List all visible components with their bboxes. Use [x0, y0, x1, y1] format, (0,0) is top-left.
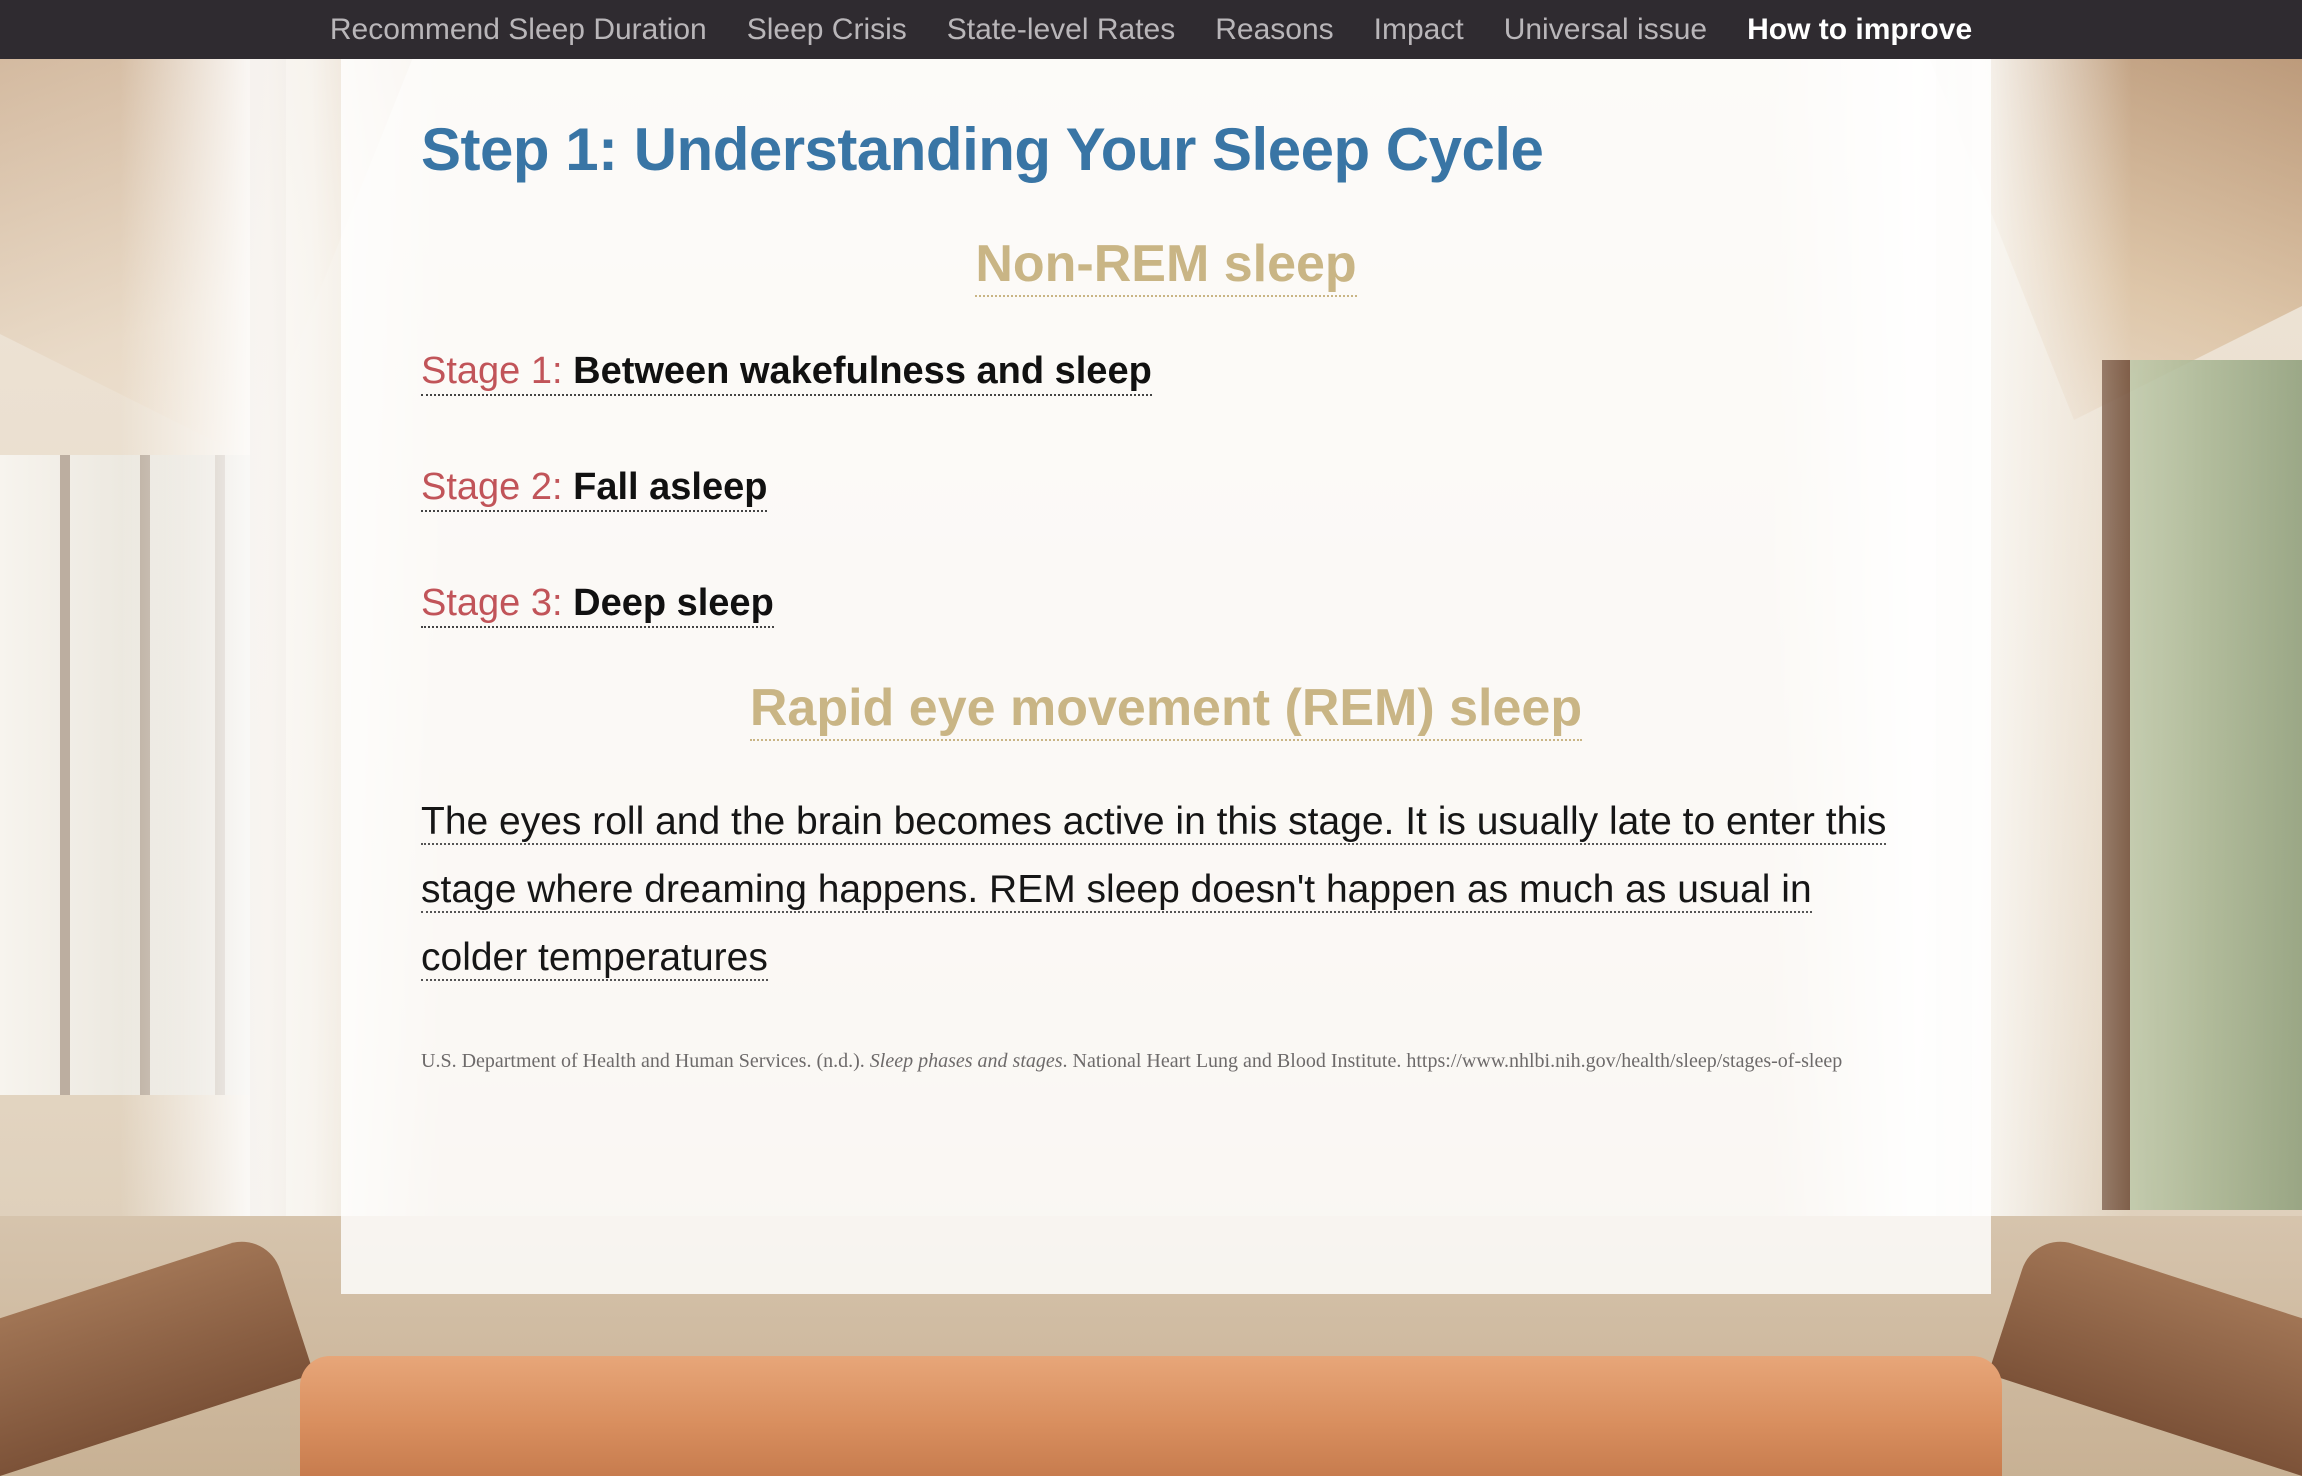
- content-panel: Step 1: Understanding Your Sleep Cycle N…: [341, 59, 1991, 1294]
- stage-tooltip-trigger[interactable]: Stage 2: Fall asleep: [421, 466, 768, 512]
- nav-item-sleep-crisis: Sleep Crisis: [747, 13, 907, 47]
- stage-label: Stage 2:: [421, 466, 563, 508]
- stage-label: Stage 3:: [421, 582, 563, 624]
- stage-item: Stage 1: Between wakefulness and sleep: [421, 348, 1911, 396]
- nav-list: Recommend Sleep Duration Sleep Crisis St…: [330, 13, 1972, 47]
- background-window-right: [2102, 360, 2302, 1210]
- nav-link-universal-issue[interactable]: Universal issue: [1504, 13, 1707, 46]
- nav-link-how-to-improve[interactable]: How to improve: [1747, 13, 1972, 46]
- citation-text-before: U.S. Department of Health and Human Serv…: [421, 1050, 870, 1072]
- stage-text: Fall asleep: [573, 466, 768, 508]
- citation: U.S. Department of Health and Human Serv…: [421, 1048, 1911, 1074]
- bench-cushion: [300, 1356, 2002, 1476]
- stage-text: Between wakefulness and sleep: [573, 350, 1152, 392]
- nav-link-impact[interactable]: Impact: [1374, 13, 1464, 46]
- rem-description-text: The eyes roll and the brain becomes acti…: [421, 800, 1887, 981]
- stage-label: Stage 1:: [421, 350, 563, 392]
- stage-list: Stage 1: Between wakefulness and sleep S…: [421, 348, 1911, 628]
- rem-heading-text: Rapid eye movement (REM) sleep: [749, 679, 1583, 741]
- nav-link-state-level-rates[interactable]: State-level Rates: [947, 13, 1175, 46]
- rem-description: The eyes roll and the brain becomes acti…: [421, 788, 1901, 992]
- non-rem-heading: Non-REM sleep: [421, 234, 1911, 297]
- nav-link-reasons[interactable]: Reasons: [1215, 13, 1333, 46]
- citation-title: Sleep phases and stages: [869, 1050, 1063, 1072]
- nav-item-universal-issue: Universal issue: [1504, 13, 1707, 47]
- stage-tooltip-trigger[interactable]: Stage 3: Deep sleep: [421, 582, 774, 628]
- nav-item-impact: Impact: [1374, 13, 1464, 47]
- nav-item-how-to-improve: How to improve: [1747, 13, 1972, 47]
- nav-item-state-level-rates: State-level Rates: [947, 13, 1175, 47]
- stage-item: Stage 2: Fall asleep: [421, 464, 1911, 512]
- window-bar: [60, 455, 70, 1095]
- rem-heading: Rapid eye movement (REM) sleep: [421, 678, 1911, 741]
- nav-item-recommend-sleep-duration: Recommend Sleep Duration: [330, 13, 707, 47]
- stage-item: Stage 3: Deep sleep: [421, 580, 1911, 628]
- citation-text-after: . National Heart Lung and Blood Institut…: [1062, 1050, 1843, 1072]
- top-navigation: Recommend Sleep Duration Sleep Crisis St…: [0, 0, 2302, 59]
- stage-tooltip-trigger[interactable]: Stage 1: Between wakefulness and sleep: [421, 350, 1152, 396]
- stage-text: Deep sleep: [573, 582, 774, 624]
- nav-link-recommend-sleep-duration[interactable]: Recommend Sleep Duration: [330, 13, 707, 46]
- non-rem-heading-text: Non-REM sleep: [975, 235, 1357, 297]
- nav-link-sleep-crisis[interactable]: Sleep Crisis: [747, 13, 907, 46]
- page-title: Step 1: Understanding Your Sleep Cycle: [421, 116, 1544, 183]
- nav-item-reasons: Reasons: [1215, 13, 1333, 47]
